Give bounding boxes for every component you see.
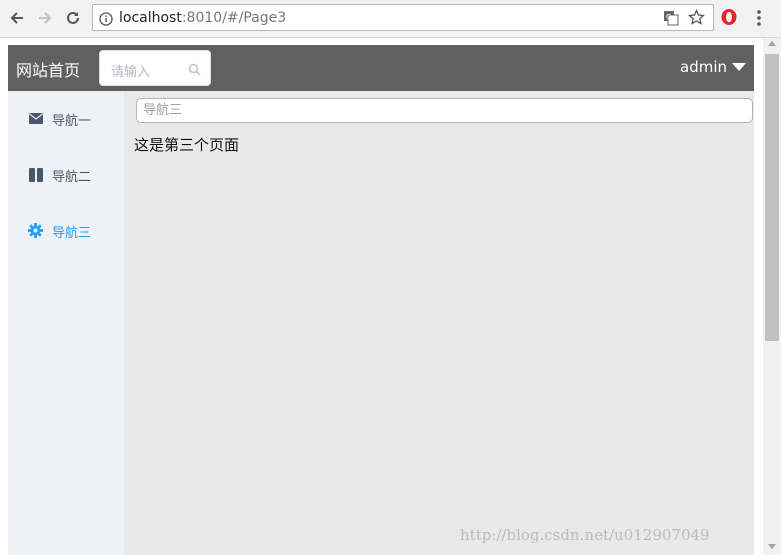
star-bookmark-icon[interactable]	[688, 9, 705, 26]
search-input[interactable]: 请输入	[99, 50, 211, 86]
url-text: localhost:8010/#/Page3	[119, 10, 286, 26]
sidebar-item-nav3[interactable]: 导航三	[8, 203, 124, 259]
page-input[interactable]	[136, 98, 753, 123]
page-viewport: 网站首页 请输入 admin 导航一 导航二 导航三 导航三 这是第三个页面	[8, 45, 754, 555]
page-text: 这是第三个页面	[134, 136, 240, 154]
svg-text:G: G	[666, 13, 671, 21]
scroll-down-arrow-icon[interactable]	[768, 544, 776, 549]
sidebar-item-nav1[interactable]: 导航一	[8, 91, 124, 147]
sidebar-item-label: 导航一	[52, 114, 92, 129]
browser-toolbar: localhost:8010/#/Page3 G	[0, 0, 781, 38]
scroll-up-arrow-icon[interactable]	[768, 41, 776, 46]
sidebar-item-nav2[interactable]: 导航二	[8, 147, 124, 203]
url-path: :8010/#/Page3	[181, 10, 287, 26]
columns-icon	[28, 167, 43, 182]
translate-icon[interactable]: G	[663, 10, 679, 26]
gear-icon	[28, 223, 43, 238]
main-content: 这是第三个页面	[124, 91, 754, 555]
info-icon[interactable]	[99, 11, 113, 30]
user-name: admin	[680, 58, 727, 76]
search-icon[interactable]	[188, 61, 201, 80]
address-bar[interactable]: localhost:8010/#/Page3 G	[92, 4, 714, 31]
back-button[interactable]	[6, 7, 28, 29]
app-header: 网站首页 请输入 admin	[8, 45, 754, 91]
forward-arrow-icon	[39, 12, 52, 24]
back-arrow-icon	[10, 12, 23, 24]
vertical-scrollbar[interactable]	[763, 38, 781, 555]
reload-button[interactable]	[62, 7, 84, 29]
opera-icon[interactable]	[720, 8, 738, 26]
sidebar-menu: 导航一 导航二 导航三	[8, 91, 124, 555]
site-logo[interactable]: 网站首页	[16, 57, 80, 81]
envelope-icon	[28, 111, 43, 126]
sidebar-item-label: 导航二	[52, 170, 92, 185]
watermark: http://blog.csdn.net/u012907049	[460, 526, 710, 544]
url-host: localhost	[119, 10, 182, 26]
user-dropdown[interactable]: admin	[680, 58, 746, 76]
forward-button[interactable]	[34, 7, 56, 29]
reload-icon	[67, 11, 79, 24]
search-placeholder: 请输入	[111, 65, 151, 80]
scroll-thumb[interactable]	[765, 54, 779, 341]
caret-down-icon	[732, 63, 746, 71]
sidebar-item-label: 导航三	[52, 226, 92, 241]
menu-kebab-icon[interactable]	[756, 9, 762, 27]
